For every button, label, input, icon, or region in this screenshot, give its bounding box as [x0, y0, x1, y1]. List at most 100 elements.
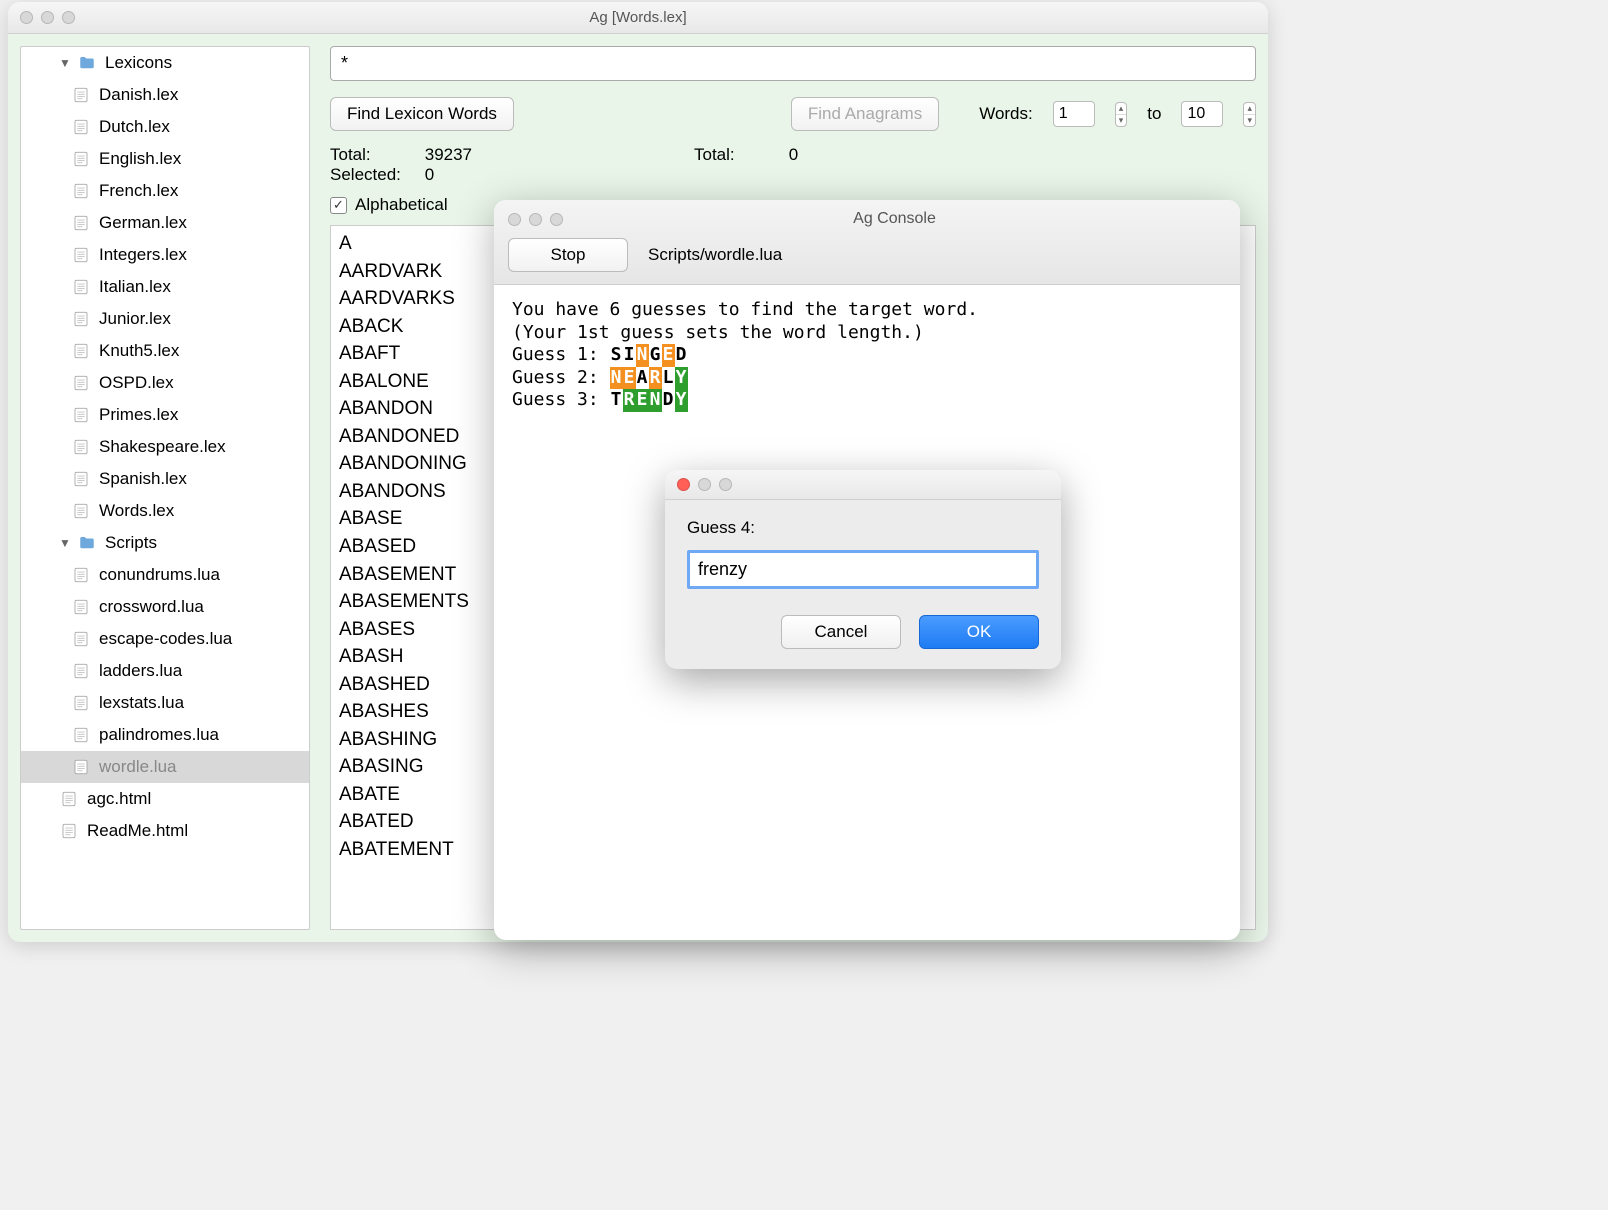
words-to-input[interactable] — [1181, 101, 1223, 127]
zoom-icon[interactable] — [62, 11, 75, 24]
guess-letter: T — [610, 389, 623, 412]
selected-label: Selected: — [330, 165, 420, 185]
tree-item-label: lexstats.lua — [99, 693, 184, 713]
tree-item[interactable]: Knuth5.lex — [21, 335, 309, 367]
chevron-down-icon[interactable]: ▼ — [59, 536, 71, 550]
window-title: Ag [Words.lex] — [20, 9, 1256, 26]
tree-item-label: Integers.lex — [99, 245, 187, 265]
alphabetical-checkbox[interactable]: ✓ — [330, 197, 347, 214]
guess-letter: I — [623, 344, 636, 367]
console-line: Guess 2: — [512, 367, 610, 388]
file-icon — [71, 693, 91, 713]
words-from-input[interactable] — [1053, 101, 1095, 127]
file-icon — [71, 341, 91, 361]
close-icon[interactable] — [508, 213, 521, 226]
tree-item[interactable]: ladders.lua — [21, 655, 309, 687]
guess-letter: D — [662, 389, 675, 412]
minimize-icon[interactable] — [41, 11, 54, 24]
zoom-icon[interactable] — [550, 213, 563, 226]
guess-letter: Y — [675, 389, 688, 412]
tree-item-label: English.lex — [99, 149, 181, 169]
guess-dialog: Guess 4: Cancel OK — [665, 470, 1061, 669]
tree-item[interactable]: Dutch.lex — [21, 111, 309, 143]
tree-item-label: ReadMe.html — [87, 821, 188, 841]
dialog-titlebar[interactable] — [665, 470, 1061, 500]
file-icon — [71, 373, 91, 393]
guess-letter: D — [675, 344, 688, 367]
guess-letter: N — [636, 344, 649, 367]
zoom-icon[interactable] — [719, 478, 732, 491]
close-icon[interactable] — [677, 478, 690, 491]
search-pattern-input[interactable]: * — [330, 46, 1256, 81]
file-icon — [71, 309, 91, 329]
tree-item[interactable]: wordle.lua — [21, 751, 309, 783]
guess-input[interactable] — [687, 550, 1039, 589]
file-icon — [71, 757, 91, 777]
console-title: Ag Console — [563, 210, 1226, 228]
tree-item[interactable]: crossword.lua — [21, 591, 309, 623]
anagram-total-label: Total: — [694, 145, 784, 165]
stop-button[interactable]: Stop — [508, 238, 628, 272]
minimize-icon[interactable] — [529, 213, 542, 226]
total-label: Total: — [330, 145, 420, 165]
minimize-icon[interactable] — [698, 478, 711, 491]
tree-item[interactable]: English.lex — [21, 143, 309, 175]
ok-button[interactable]: OK — [919, 615, 1039, 649]
alphabetical-label: Alphabetical — [355, 195, 448, 215]
traffic-lights — [20, 11, 75, 24]
cancel-button[interactable]: Cancel — [781, 615, 901, 649]
tree-item-label: Danish.lex — [99, 85, 178, 105]
tree-item[interactable]: agc.html — [21, 783, 309, 815]
tree-item[interactable]: Danish.lex — [21, 79, 309, 111]
main-titlebar[interactable]: Ag [Words.lex] — [8, 2, 1268, 34]
tree-item[interactable]: lexstats.lua — [21, 687, 309, 719]
guess-letter: N — [649, 389, 662, 412]
guess-letter: G — [649, 344, 662, 367]
tree-item-label: wordle.lua — [99, 757, 177, 777]
tree-folder[interactable]: ▼ Lexicons — [21, 47, 309, 79]
close-icon[interactable] — [20, 11, 33, 24]
folder-label: Lexicons — [105, 53, 172, 73]
tree-item-label: crossword.lua — [99, 597, 204, 617]
sidebar-tree[interactable]: ▼ Lexicons Danish.lex Dutch.lex English.lex F… — [20, 46, 310, 930]
file-icon — [71, 405, 91, 425]
words-from-stepper[interactable]: ▴▾ — [1115, 102, 1128, 127]
tree-item[interactable]: escape-codes.lua — [21, 623, 309, 655]
file-icon — [71, 117, 91, 137]
dialog-prompt: Guess 4: — [687, 518, 1039, 538]
tree-item-label: escape-codes.lua — [99, 629, 232, 649]
tree-item[interactable]: Junior.lex — [21, 303, 309, 335]
tree-item[interactable]: German.lex — [21, 207, 309, 239]
guess-letter: S — [610, 344, 623, 367]
tree-item[interactable]: Primes.lex — [21, 399, 309, 431]
tree-item[interactable]: Integers.lex — [21, 239, 309, 271]
find-anagrams-button[interactable]: Find Anagrams — [791, 97, 939, 131]
file-icon — [71, 725, 91, 745]
tree-item[interactable]: Italian.lex — [21, 271, 309, 303]
tree-item[interactable]: ReadMe.html — [21, 815, 309, 847]
file-icon — [71, 277, 91, 297]
guess-letter: N — [610, 367, 623, 390]
file-icon — [71, 437, 91, 457]
dialog-traffic-lights — [677, 478, 732, 491]
console-traffic-lights — [508, 213, 563, 226]
tree-item[interactable]: conundrums.lua — [21, 559, 309, 591]
tree-item[interactable]: palindromes.lua — [21, 719, 309, 751]
tree-item-label: Knuth5.lex — [99, 341, 179, 361]
console-line: (Your 1st guess sets the word length.) — [512, 322, 1222, 345]
file-icon — [71, 85, 91, 105]
tree-item[interactable]: Spanish.lex — [21, 463, 309, 495]
file-icon — [59, 789, 79, 809]
tree-item[interactable]: OSPD.lex — [21, 367, 309, 399]
tree-folder[interactable]: ▼Scripts — [21, 527, 309, 559]
chevron-down-icon[interactable]: ▼ — [59, 56, 71, 70]
tree-item-label: Junior.lex — [99, 309, 171, 329]
guess-letter: R — [623, 389, 636, 412]
tree-item[interactable]: French.lex — [21, 175, 309, 207]
console-output[interactable]: You have 6 guesses to find the target wo… — [494, 285, 1240, 426]
find-lexicon-button[interactable]: Find Lexicon Words — [330, 97, 514, 131]
tree-item[interactable]: Shakespeare.lex — [21, 431, 309, 463]
anagram-total-value: 0 — [789, 145, 798, 164]
words-to-stepper[interactable]: ▴▾ — [1243, 102, 1256, 127]
tree-item[interactable]: Words.lex — [21, 495, 309, 527]
